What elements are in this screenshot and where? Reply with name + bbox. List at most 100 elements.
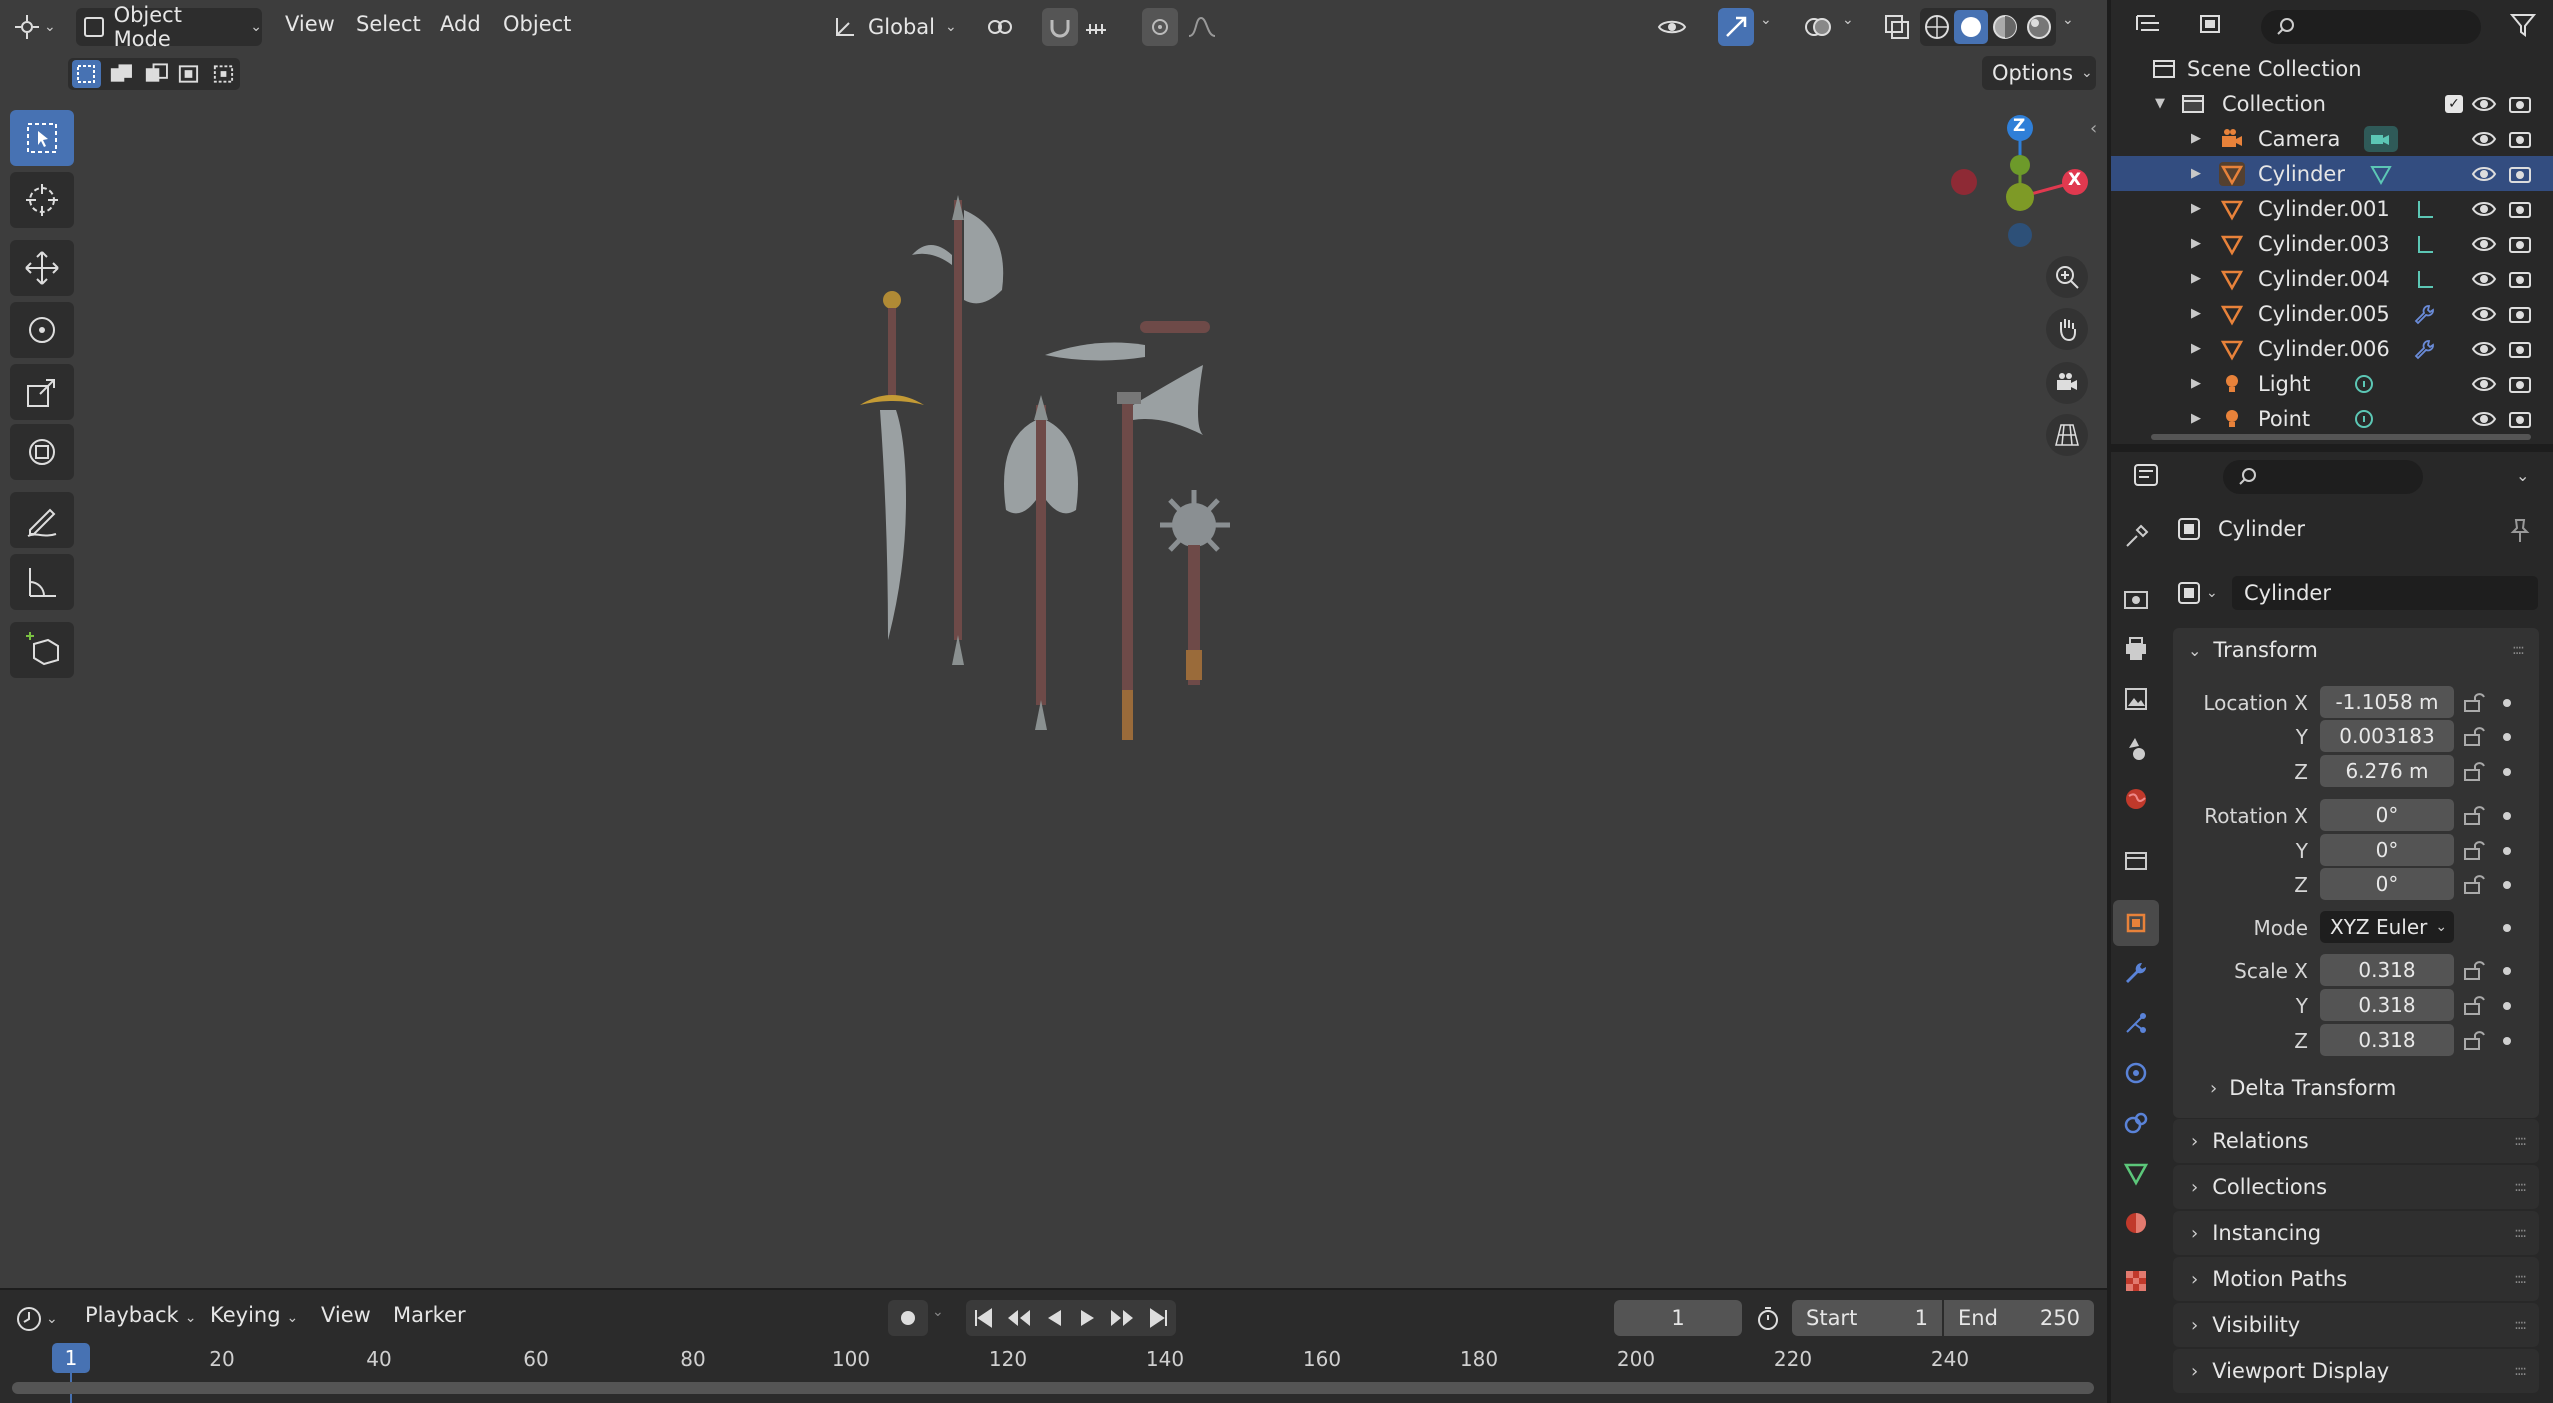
outliner-scrollbar[interactable] <box>2151 434 2531 440</box>
editor-type-button[interactable]: ⌄ <box>12 10 64 44</box>
render-camera-icon[interactable] <box>2507 372 2533 396</box>
prev-keyframe-icon[interactable] <box>1004 1306 1032 1330</box>
keyframe-dot-icon[interactable] <box>2503 812 2511 820</box>
rotation-y-field[interactable]: 0° <box>2320 834 2454 866</box>
lock-icon[interactable] <box>2460 992 2486 1018</box>
rotation-mode-dropdown[interactable]: XYZ Euler ⌄ <box>2320 911 2454 943</box>
tab-collection[interactable] <box>2113 838 2159 884</box>
collapse-triangle-icon[interactable]: ▼ <box>2155 96 2165 111</box>
render-camera-icon[interactable] <box>2507 232 2533 256</box>
keyframe-dot-icon[interactable] <box>2503 1037 2511 1045</box>
keyframe-dot-icon[interactable] <box>2503 699 2511 707</box>
object-datablock-browse[interactable]: ⌄ <box>2176 576 2232 610</box>
select-new-button[interactable] <box>72 60 101 88</box>
next-keyframe-icon[interactable] <box>1109 1306 1137 1330</box>
tool-annotate[interactable] <box>10 492 74 548</box>
keyframe-dot-icon[interactable] <box>2503 847 2511 855</box>
lock-icon[interactable] <box>2460 871 2486 897</box>
tool-scale[interactable] <box>10 364 74 420</box>
keyframe-dot-icon[interactable] <box>2503 924 2511 932</box>
preview-range-toggle[interactable] <box>1750 1300 1786 1336</box>
end-frame-field[interactable]: End 250 <box>1944 1300 2094 1336</box>
scale-y-field[interactable]: 0.318 <box>2320 989 2454 1021</box>
outliner-search-input[interactable] <box>2261 10 2481 44</box>
panel-motion-paths[interactable]: › Motion Paths:::: <box>2173 1257 2539 1301</box>
transform-orientation-dropdown[interactable]: Global ⌄ <box>832 8 972 46</box>
navigation-gizmo[interactable]: Z X <box>1940 110 2090 260</box>
tab-scene[interactable] <box>2113 726 2159 772</box>
snap-target-dropdown[interactable] <box>1082 12 1122 42</box>
expand-triangle-icon[interactable]: ▶ <box>2191 376 2201 391</box>
zoom-button[interactable] <box>2046 256 2088 298</box>
gizmo-dropdown[interactable]: ⌄ <box>1760 12 1784 42</box>
outliner-scene-collection[interactable]: Scene Collection <box>2111 51 2553 86</box>
collection-exclude-checkbox[interactable]: ✓ <box>2445 94 2463 113</box>
tab-data[interactable] <box>2113 1150 2159 1196</box>
auto-keying-toggle[interactable] <box>888 1300 928 1336</box>
mode-dropdown[interactable]: Object Mode ⌄ <box>76 3 262 51</box>
select-invert-icon[interactable] <box>176 60 205 88</box>
render-camera-icon[interactable] <box>2507 267 2533 291</box>
options-dropdown[interactable]: Options ⌄ <box>1982 56 2096 90</box>
outliner-item-cylinder-004[interactable]: ▶ Cylinder.004 <box>2111 261 2553 296</box>
light-data-icon[interactable] <box>2351 407 2377 431</box>
perspective-toggle-button[interactable] <box>2046 414 2088 456</box>
expand-triangle-icon[interactable]: ▶ <box>2191 411 2201 426</box>
jump-start-icon[interactable] <box>971 1306 995 1330</box>
tab-tool[interactable] <box>2113 514 2159 560</box>
eye-icon[interactable] <box>2471 197 2497 221</box>
drag-grip-icon[interactable]: :::: <box>2512 642 2539 658</box>
render-camera-icon[interactable] <box>2507 337 2533 361</box>
tab-output[interactable] <box>2113 626 2159 672</box>
drag-grip-icon[interactable]: :::: <box>2514 1179 2527 1195</box>
panel-visibility[interactable]: › Visibility:::: <box>2173 1303 2539 1347</box>
tab-physics[interactable] <box>2113 1050 2159 1096</box>
location-x-field[interactable]: -1.1058 m <box>2320 686 2454 718</box>
menu-select[interactable]: Select <box>356 12 421 36</box>
expand-triangle-icon[interactable]: ▶ <box>2191 341 2201 356</box>
render-camera-icon[interactable] <box>2507 197 2533 221</box>
object-name-field[interactable]: Cylinder <box>2232 576 2538 610</box>
expand-triangle-icon[interactable]: ▶ <box>2191 201 2201 216</box>
lock-icon[interactable] <box>2460 689 2486 715</box>
tab-render[interactable] <box>2113 576 2159 622</box>
visibility-dropdown[interactable] <box>1655 10 1705 44</box>
pan-button[interactable] <box>2046 308 2088 350</box>
timeline-editor-type-button[interactable]: ⌄ <box>14 1302 64 1336</box>
tab-world[interactable] <box>2113 776 2159 822</box>
keyframe-dot-icon[interactable] <box>2503 1002 2511 1010</box>
location-z-field[interactable]: 6.276 m <box>2320 755 2454 787</box>
lock-icon[interactable] <box>2460 758 2486 784</box>
outliner-item-cylinder-001[interactable]: ▶ Cylinder.001 <box>2111 191 2553 226</box>
drag-grip-icon[interactable]: :::: <box>2514 1363 2527 1379</box>
overlays-dropdown[interactable]: ⌄ <box>1842 12 1866 42</box>
properties-search-input[interactable] <box>2223 460 2423 494</box>
weapons-model-render[interactable] <box>840 180 1240 750</box>
material-shading-icon[interactable] <box>1988 10 2022 44</box>
tab-view-layer[interactable] <box>2113 676 2159 722</box>
panel-collections[interactable]: › Collections:::: <box>2173 1165 2539 1209</box>
delta-transform-subpanel[interactable]: › Delta Transform <box>2210 1076 2396 1100</box>
3d-viewport[interactable]: ⌄ Object Mode ⌄ View Select Add Object G… <box>0 0 2107 1288</box>
pin-icon[interactable] <box>2507 516 2533 544</box>
tab-object[interactable] <box>2113 900 2159 946</box>
scale-x-field[interactable]: 0.318 <box>2320 954 2454 986</box>
overlays-toggle[interactable] <box>1800 8 1836 46</box>
properties-editor-type-button[interactable] <box>2131 460 2183 494</box>
render-camera-icon[interactable] <box>2507 302 2533 326</box>
render-camera-icon[interactable] <box>2507 92 2533 116</box>
display-mode-dropdown[interactable] <box>2195 10 2245 44</box>
outliner-item-cylinder[interactable]: ▶ Cylinder <box>2111 156 2553 191</box>
panel-instancing[interactable]: › Instancing:::: <box>2173 1211 2539 1255</box>
render-camera-icon[interactable] <box>2507 127 2533 151</box>
mesh-data-icon[interactable] <box>2368 162 2394 186</box>
drag-grip-icon[interactable]: :::: <box>2514 1317 2527 1333</box>
eye-icon[interactable] <box>2471 127 2497 151</box>
timeline-scrollbar[interactable] <box>12 1382 2094 1394</box>
select-intersect-icon[interactable] <box>211 60 240 88</box>
tab-material[interactable] <box>2113 1200 2159 1246</box>
expand-triangle-icon[interactable]: ▶ <box>2191 166 2201 181</box>
expand-triangle-icon[interactable]: ▶ <box>2191 271 2201 286</box>
menu-keying[interactable]: Keying ⌄ <box>210 1303 298 1327</box>
properties-options-dropdown[interactable]: ⌄ <box>2516 466 2529 485</box>
